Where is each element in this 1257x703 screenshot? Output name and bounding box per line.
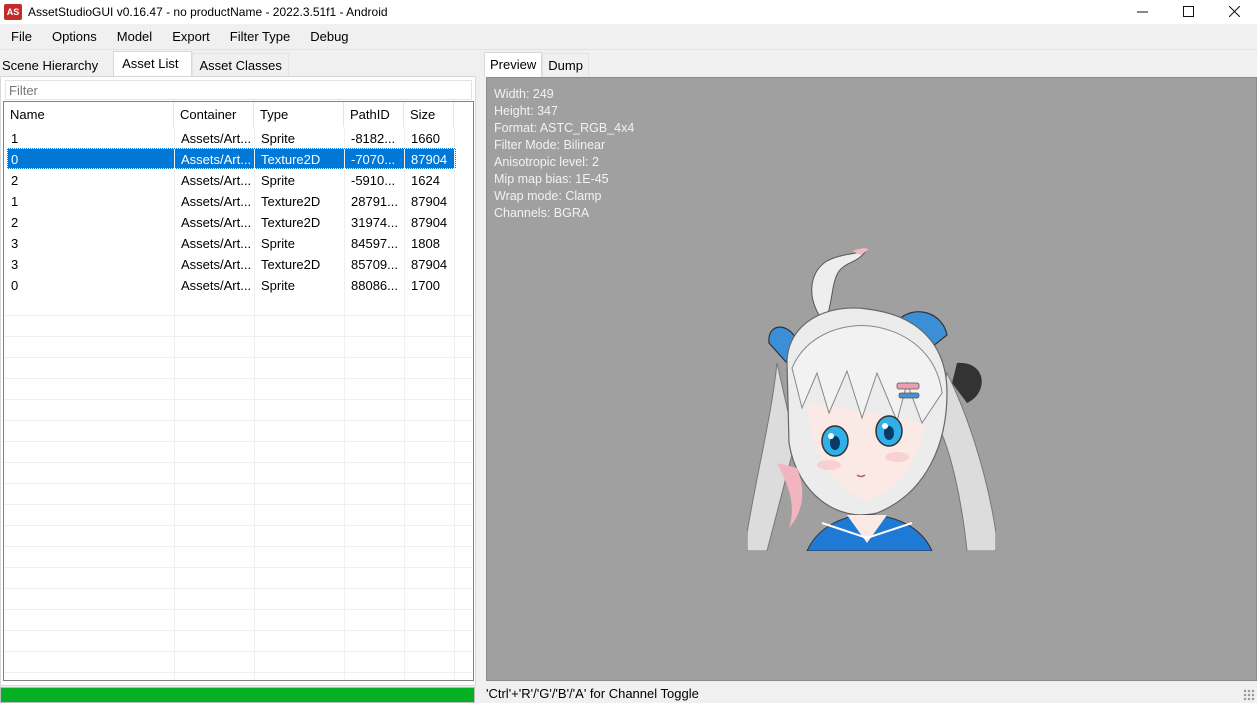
cell-type: Texture2D xyxy=(255,254,345,275)
cell-pathid: -7070... xyxy=(345,149,405,170)
progress-fill xyxy=(1,688,474,702)
resize-grip-icon[interactable] xyxy=(1243,689,1255,701)
asset-list-grid[interactable]: Name Container Type PathID Size 1 Assets… xyxy=(3,101,474,681)
texture-info: Width: 249 Height: 347 Format: ASTC_RGB_… xyxy=(494,86,634,222)
table-row[interactable]: 1 Assets/Art... Sprite -8182... 1660 xyxy=(4,127,473,149)
cell-container: Assets/Art... xyxy=(175,128,255,149)
preview-area: Width: 249 Height: 347 Format: ASTC_RGB_… xyxy=(486,77,1257,681)
info-wrap-mode: Wrap mode: Clamp xyxy=(494,189,602,203)
cell-container: Assets/Art... xyxy=(175,254,255,275)
cell-name: 2 xyxy=(8,170,175,191)
menu-options[interactable]: Options xyxy=(41,24,106,50)
cell-container: Assets/Art... xyxy=(175,275,255,296)
tab-asset-classes[interactable]: Asset Classes xyxy=(192,53,289,77)
left-panel: Scene Hierarchy Asset List Asset Classes… xyxy=(0,51,478,686)
cell-name: 3 xyxy=(8,254,175,275)
column-header-container[interactable]: Container xyxy=(174,102,254,127)
cell-pathid: -5910... xyxy=(345,170,405,191)
cell-type: Texture2D xyxy=(255,149,345,170)
close-icon[interactable] xyxy=(1211,0,1257,22)
right-tab-strip: Preview Dump xyxy=(484,51,589,77)
maximize-icon[interactable] xyxy=(1165,0,1211,22)
cell-container: Assets/Art... xyxy=(175,212,255,233)
title-bar: AS AssetStudioGUI v0.16.47 - no productN… xyxy=(0,0,1257,24)
cell-size: 1660 xyxy=(405,128,455,149)
cell-container: Assets/Art... xyxy=(175,149,255,170)
cell-type: Sprite xyxy=(255,170,345,191)
info-mipmap-bias: Mip map bias: 1E-45 xyxy=(494,172,609,186)
tab-asset-list[interactable]: Asset List xyxy=(113,51,193,77)
cell-size: 1624 xyxy=(405,170,455,191)
empty-grid-rows xyxy=(4,295,473,680)
cell-type: Sprite xyxy=(255,233,345,254)
app-icon: AS xyxy=(4,4,22,20)
cell-size: 1700 xyxy=(405,275,455,296)
status-bar: 'Ctrl'+'R'/'G'/'B'/'A' for Channel Toggl… xyxy=(482,684,1257,703)
info-width: Width: 249 xyxy=(494,87,554,101)
cell-size: 87904 xyxy=(405,254,455,275)
column-header-pathid[interactable]: PathID xyxy=(344,102,404,127)
menu-export[interactable]: Export xyxy=(161,24,219,50)
minimize-icon[interactable] xyxy=(1119,0,1165,22)
cell-size: 87904 xyxy=(405,191,455,212)
cell-pathid: -8182... xyxy=(345,128,405,149)
cell-type: Sprite xyxy=(255,275,345,296)
cell-type: Texture2D xyxy=(255,212,345,233)
table-row[interactable]: 2 Assets/Art... Sprite -5910... 1624 xyxy=(4,169,473,191)
window-title: AssetStudioGUI v0.16.47 - no productName… xyxy=(28,5,388,19)
cell-name: 2 xyxy=(8,212,175,233)
window-controls xyxy=(1119,0,1257,24)
cell-name: 0 xyxy=(8,275,175,296)
cell-type: Texture2D xyxy=(255,191,345,212)
cell-container: Assets/Art... xyxy=(175,191,255,212)
cell-name: 1 xyxy=(8,128,175,149)
menu-filter-type[interactable]: Filter Type xyxy=(219,24,299,50)
cell-name: 3 xyxy=(8,233,175,254)
right-panel: Preview Dump Width: 249 Height: 347 Form… xyxy=(482,51,1257,703)
grid-header: Name Container Type PathID Size xyxy=(4,102,473,127)
cell-pathid: 31974... xyxy=(345,212,405,233)
cell-size: 1808 xyxy=(405,233,455,254)
table-row[interactable]: 3 Assets/Art... Sprite 84597... 1808 xyxy=(4,232,473,254)
tab-dump[interactable]: Dump xyxy=(542,53,589,77)
cell-size: 87904 xyxy=(405,149,455,170)
cell-pathid: 84597... xyxy=(345,233,405,254)
table-row[interactable]: 2 Assets/Art... Texture2D 31974... 87904 xyxy=(4,211,473,233)
column-header-size[interactable]: Size xyxy=(404,102,454,127)
left-tab-strip: Scene Hierarchy Asset List Asset Classes xyxy=(0,51,289,77)
menu-model[interactable]: Model xyxy=(106,24,161,50)
cell-size: 87904 xyxy=(405,212,455,233)
tab-preview[interactable]: Preview xyxy=(484,52,543,77)
cell-pathid: 28791... xyxy=(345,191,405,212)
info-format: Format: ASTC_RGB_4x4 xyxy=(494,121,635,135)
menu-bar: File Options Model Export Filter Type De… xyxy=(0,24,1257,50)
column-header-name[interactable]: Name xyxy=(4,102,174,127)
cell-type: Sprite xyxy=(255,128,345,149)
menu-debug[interactable]: Debug xyxy=(299,24,357,50)
asset-list-panel: Name Container Type PathID Size 1 Assets… xyxy=(0,76,476,686)
info-height: Height: 347 xyxy=(494,104,558,118)
anime-girl-texture-image xyxy=(747,247,996,551)
info-channels: Channels: BGRA xyxy=(494,206,590,220)
cell-name: 0 xyxy=(8,149,175,170)
cell-container: Assets/Art... xyxy=(175,233,255,254)
table-row[interactable]: 0 Assets/Art... Sprite 88086... 1700 xyxy=(4,274,473,296)
table-row-selected[interactable]: 0 Assets/Art... Texture2D -7070... 87904 xyxy=(4,148,473,170)
table-row[interactable]: 1 Assets/Art... Texture2D 28791... 87904 xyxy=(4,190,473,212)
table-row[interactable]: 3 Assets/Art... Texture2D 85709... 87904 xyxy=(4,253,473,275)
progress-bar xyxy=(0,687,475,703)
info-anisotropic: Anisotropic level: 2 xyxy=(494,155,599,169)
cell-pathid: 88086... xyxy=(345,275,405,296)
cell-container: Assets/Art... xyxy=(175,170,255,191)
cell-name: 1 xyxy=(8,191,175,212)
cell-pathid: 85709... xyxy=(345,254,405,275)
status-text: 'Ctrl'+'R'/'G'/'B'/'A' for Channel Toggl… xyxy=(486,686,699,701)
grid-rows: 1 Assets/Art... Sprite -8182... 1660 0 A… xyxy=(4,127,473,296)
filter-input[interactable] xyxy=(5,80,472,100)
column-header-type[interactable]: Type xyxy=(254,102,344,127)
menu-file[interactable]: File xyxy=(0,24,41,50)
info-filter-mode: Filter Mode: Bilinear xyxy=(494,138,606,152)
tab-scene-hierarchy[interactable]: Scene Hierarchy xyxy=(0,53,113,77)
